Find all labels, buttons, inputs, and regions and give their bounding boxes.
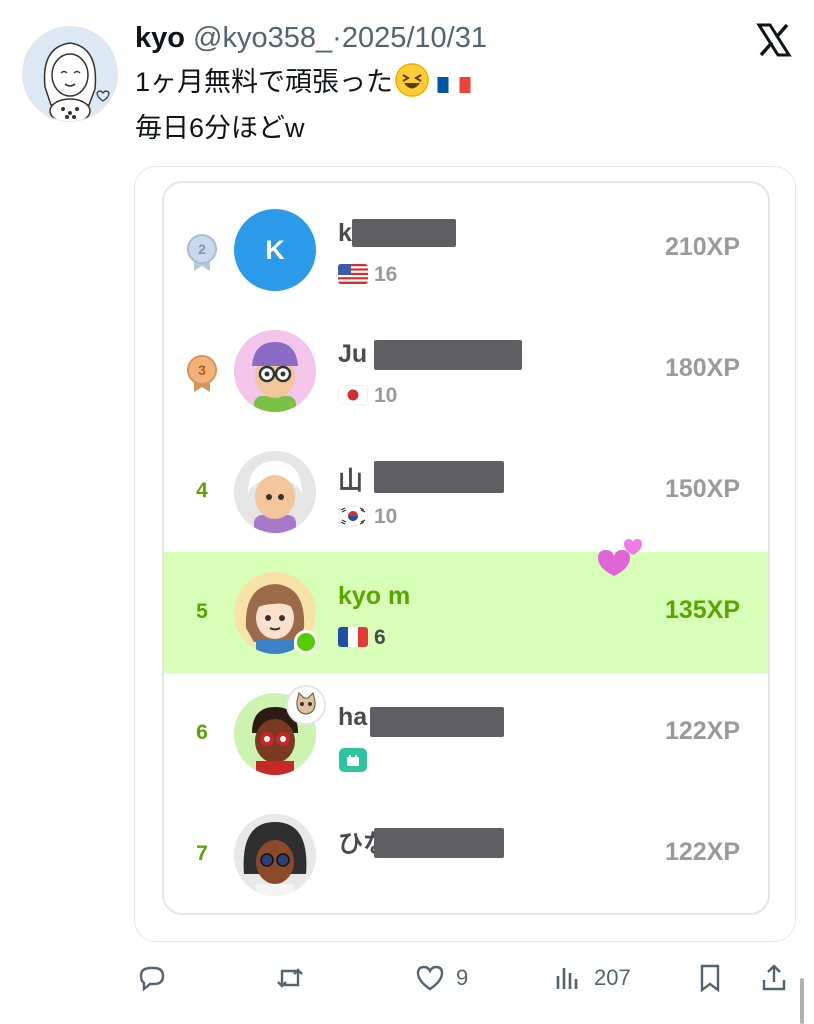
tweet-text-line1: 1ヶ月無料で頑張った	[135, 63, 471, 101]
rank-number: 2	[198, 241, 206, 257]
xp-value: 210XP	[664, 233, 740, 261]
share-button[interactable]	[758, 958, 790, 998]
xp-value: 150XP	[664, 475, 740, 503]
bronze-medal-icon: 3	[186, 354, 218, 392]
xp-value: 135XP	[664, 596, 740, 624]
retweet-icon	[277, 968, 303, 988]
redaction-block	[370, 707, 504, 737]
bookmark-icon	[700, 964, 720, 993]
xp-value: 122XP	[664, 717, 740, 745]
like-count: 9	[456, 965, 469, 990]
rank-number: 4	[196, 479, 208, 502]
user-meta: 6	[338, 626, 386, 650]
leaderboard-row[interactable]: 2 K k 16 210XP	[164, 189, 768, 310]
silver-medal-icon: 2	[186, 233, 218, 271]
rank-number: 3	[198, 362, 206, 378]
user-meta: 10	[338, 384, 397, 408]
tweet-text: 1ヶ月無料で頑張った	[135, 67, 394, 97]
scrollbar[interactable]	[800, 978, 804, 1024]
bookmark-button[interactable]	[694, 958, 726, 998]
user-name: ha	[338, 703, 368, 731]
reply-button[interactable]	[136, 958, 178, 998]
redaction-block	[374, 340, 522, 370]
avatar[interactable]	[234, 330, 316, 412]
avatar-initial: K	[265, 235, 285, 265]
user-name: kyo m	[338, 582, 411, 610]
france-flag-icon	[338, 627, 368, 647]
reply-icon	[139, 966, 165, 992]
user-name: Ju	[338, 340, 368, 368]
us-flag-icon	[338, 264, 368, 284]
user-name: 山	[338, 467, 364, 495]
tweet-header: kyo @kyo358_·2025/10/31	[135, 18, 487, 58]
redaction-block	[352, 219, 456, 247]
avatar[interactable]	[234, 451, 316, 533]
rank-number: 6	[196, 721, 208, 744]
display-name[interactable]: kyo	[135, 22, 185, 54]
avatar[interactable]	[234, 685, 326, 775]
user-meta	[338, 747, 374, 776]
profile-avatar[interactable]	[22, 26, 118, 122]
hearts-sticker-icon	[592, 538, 642, 578]
streak-value: 10	[374, 384, 398, 407]
xp-value: 122XP	[664, 838, 740, 866]
online-indicator-icon	[294, 630, 318, 654]
avatar[interactable]: K	[234, 209, 316, 291]
leaderboard-row[interactable]: 3 Ju 10 180XP	[164, 310, 768, 431]
cat-badge-icon	[286, 685, 326, 725]
streak-value: 6	[374, 626, 386, 649]
user-meta: 10	[338, 505, 397, 529]
like-button[interactable]: 9	[414, 958, 468, 998]
tweet-date[interactable]: 2025/10/31	[342, 22, 487, 54]
user-handle[interactable]: @kyo358_	[193, 22, 332, 54]
views-chart-icon	[556, 968, 578, 989]
views-count: 207	[594, 965, 631, 990]
views-button[interactable]: 207	[552, 958, 631, 998]
avatar[interactable]	[234, 572, 318, 654]
streak-value: 10	[374, 505, 398, 528]
korea-flag-icon	[338, 506, 368, 526]
leaderboard-row-current-user[interactable]: 5 kyo m 6 135XP	[164, 539, 768, 673]
leaderboard-row[interactable]: 6 ha 122XP	[164, 673, 768, 794]
user-meta: 16	[338, 263, 397, 287]
leaderboard: 2 K k 16 210XP 3 Ju 10 180XP 4 山 10 150X…	[162, 181, 770, 915]
france-flag-emoji	[437, 71, 471, 93]
rank-number: 5	[196, 600, 208, 623]
avatar[interactable]	[234, 814, 316, 896]
x-logo-icon[interactable]	[756, 22, 792, 58]
rank-number: 7	[196, 842, 208, 865]
separator: ·	[332, 22, 342, 54]
redaction-block	[374, 461, 504, 493]
xp-value: 180XP	[664, 354, 740, 382]
heart-icon	[416, 965, 444, 991]
user-name: k	[338, 219, 352, 247]
retweet-button[interactable]	[274, 958, 316, 998]
leaderboard-row[interactable]: 7 ひな 122XP	[164, 794, 768, 913]
redaction-block	[374, 828, 504, 858]
tweet-action-bar: 9 207	[0, 958, 814, 998]
leaderboard-row[interactable]: 4 山 10 150XP	[164, 431, 768, 552]
streak-value: 16	[374, 263, 398, 286]
japan-flag-icon	[338, 385, 368, 405]
laughing-emoji	[395, 63, 430, 97]
share-icon	[762, 964, 786, 991]
castle-icon	[338, 747, 368, 773]
tweet-text-line2: 毎日6分ほどw	[135, 113, 305, 143]
